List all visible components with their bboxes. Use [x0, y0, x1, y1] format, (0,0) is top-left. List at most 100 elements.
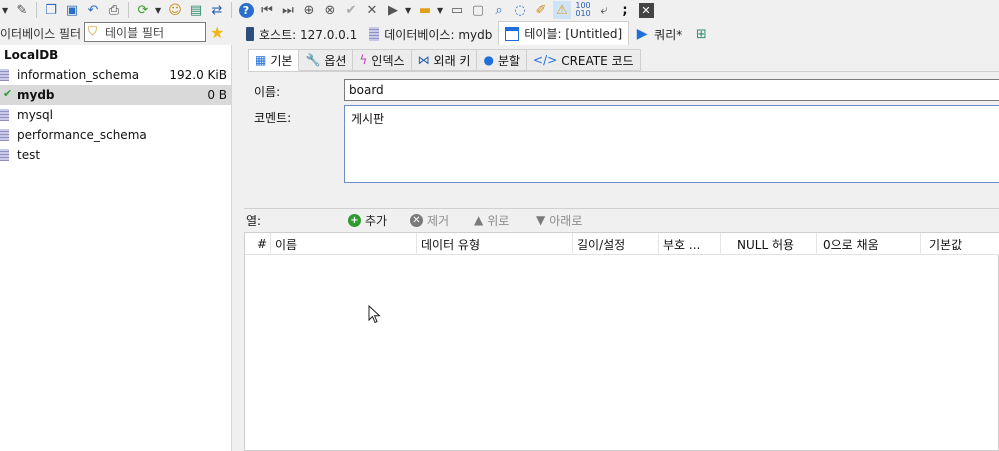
add-icon[interactable]: ⊕ [300, 1, 318, 19]
tree-item-information-schema[interactable]: information_schema 192.0 KiB [0, 65, 231, 85]
column-header-datatype[interactable]: 데이터 유형 [417, 233, 573, 255]
chevron-down-icon[interactable]: ▼ [2, 6, 10, 15]
move-up-button[interactable]: ▲ 위로 [474, 212, 509, 229]
columns-label: 열: [246, 213, 262, 228]
wrap-icon[interactable]: ⤶ [595, 1, 613, 19]
move-down-button[interactable]: ▼ 아래로 [536, 212, 582, 229]
close-icon[interactable]: ✕ [637, 1, 655, 19]
tab-query[interactable]: ▶ 쿼리* [629, 23, 688, 45]
undo-icon[interactable]: ↶ [84, 1, 102, 19]
chevron-down-icon[interactable]: ▼ [155, 6, 163, 15]
tree-item-label: mysql [17, 108, 53, 122]
refresh-icon[interactable]: ⟳ [134, 1, 152, 19]
transfer-icon[interactable]: ⇄ [208, 1, 226, 19]
tab-query-label: 쿼리* [654, 27, 683, 42]
grid-header: # 이름 데이터 유형 길이/설정 부호 ... NULL 허용 0으로 채움 … [245, 233, 999, 255]
main-toolbar: ▼ ✎ ❐ ▣ ↶ ⎙ ⟳ ▼ ☺ ▤ ⇄ ? ⏮ ⏭ ⊕ ⊗ ✔ ✕ ▶ ▼ … [0, 0, 999, 20]
tab-create-code[interactable]: </> CREATE 코드 [527, 49, 641, 71]
first-icon[interactable]: ⏮ [258, 1, 276, 19]
tab-foreign-keys[interactable]: ⋈ 외래 키 [411, 49, 478, 71]
columns-grid[interactable]: # 이름 데이터 유형 길이/설정 부호 ... NULL 허용 0으로 채움 … [244, 232, 999, 451]
tab-table[interactable]: 테이블: [Untitled] [498, 21, 630, 45]
search-icon[interactable]: ⌕ [490, 1, 508, 19]
table-comment-input[interactable]: 게시판 [344, 105, 999, 183]
print-icon[interactable]: ⎙ [105, 1, 123, 19]
tab-database-label: 데이터베이스: mydb [384, 27, 493, 42]
comment-label: 코멘트: [254, 111, 292, 125]
move-up-label: 위로 [487, 213, 510, 228]
columns-toolbar: 열: + 추가 ✕ 제거 ▲ 위로 ▼ 아래로 [244, 209, 999, 231]
play-icon: ▶ [636, 26, 648, 42]
globe-icon: ● [483, 53, 494, 67]
mouse-cursor-icon [368, 305, 381, 324]
database-filter-input[interactable]: 이터베이스 필터 [0, 22, 84, 42]
binary-icon[interactable]: 100 010 [574, 1, 592, 19]
database-icon [0, 149, 9, 161]
table-icon [505, 26, 520, 41]
column-header-allow-null[interactable]: NULL 허용 [721, 233, 817, 255]
plus-icon: + [348, 213, 361, 227]
database-icon [369, 27, 380, 41]
new-query-tab-button[interactable]: ⊞ [688, 23, 714, 45]
tab-basic[interactable]: ▦ 기본 [248, 49, 300, 71]
tab-basic-label: 기본 [270, 53, 293, 68]
run-icon[interactable]: ▶ [384, 1, 402, 19]
chevron-down-icon[interactable]: ▼ [405, 6, 413, 15]
help-icon[interactable]: ? [237, 1, 255, 19]
table-name-input[interactable]: board [344, 79, 999, 101]
warning-icon[interactable]: ⚠ [553, 1, 571, 19]
toolbar-separator [36, 2, 37, 18]
tree-item-size: 0 B [207, 88, 227, 102]
tree-item-test[interactable]: test [0, 145, 231, 165]
remove-icon[interactable]: ⊗ [321, 1, 339, 19]
document-tabs: 호스트: 127.0.0.1 데이터베이스: mydb 테이블: [Untitl… [240, 21, 999, 45]
tree-item-label: performance_schema [17, 128, 147, 142]
tree-item-mydb[interactable]: ✔ mydb 0 B [0, 85, 231, 105]
column-header-zerofill[interactable]: 0으로 채움 [817, 233, 921, 255]
tab-database[interactable]: 데이터베이스: mydb [363, 23, 498, 45]
toolbar-separator [231, 2, 232, 18]
arrow-down-icon: ▼ [536, 213, 546, 227]
tab-foreign-keys-label: 외래 키 [433, 53, 471, 68]
tab-indexes-label: 인덱스 [371, 53, 405, 68]
add-column-label: 추가 [365, 213, 388, 228]
folder-icon[interactable]: ▬ [416, 1, 434, 19]
copy-icon[interactable]: ❐ [42, 1, 60, 19]
filter-icon: ⛉ [88, 24, 98, 38]
find-replace-icon[interactable]: ◌ [511, 1, 529, 19]
tab-create-code-label: CREATE 코드 [561, 53, 634, 68]
tree-item-label: test [17, 148, 41, 162]
save-icon[interactable]: ▭ [448, 1, 466, 19]
wand-icon[interactable]: ✎ [13, 1, 31, 19]
star-icon[interactable]: ★ [210, 23, 224, 42]
semicolon-icon[interactable]: ; [616, 1, 634, 19]
tab-host-label: 호스트: 127.0.0.1 [259, 27, 358, 42]
column-header-length[interactable]: 길이/설정 [573, 233, 659, 255]
column-header-name[interactable]: 이름 [271, 233, 417, 255]
cancel-icon[interactable]: ✕ [363, 1, 381, 19]
paste-icon[interactable]: ▣ [63, 1, 81, 19]
tab-indexes[interactable]: ϟ 인덱스 [353, 49, 412, 71]
remove-column-button[interactable]: ✕ 제거 [410, 212, 449, 229]
tree-root-localdb[interactable]: LocalDB [0, 45, 231, 65]
last-icon[interactable]: ⏭ [279, 1, 297, 19]
add-column-button[interactable]: + 추가 [348, 212, 387, 229]
tab-host[interactable]: 호스트: 127.0.0.1 [240, 23, 363, 45]
tab-partitions[interactable]: ● 분할 [477, 49, 528, 71]
tab-options[interactable]: 🔧 옵션 [299, 49, 354, 71]
chevron-down-icon[interactable]: ▼ [437, 6, 445, 15]
column-header-default[interactable]: 기본값 [921, 233, 999, 255]
tree-item-mysql[interactable]: mysql [0, 105, 231, 125]
export-icon[interactable]: ▤ [187, 1, 205, 19]
database-icon [0, 109, 9, 121]
column-header-unsigned[interactable]: 부호 ... [659, 233, 721, 255]
tree-item-label: mydb [17, 88, 55, 102]
check-icon[interactable]: ✔ [342, 1, 360, 19]
disconnect-icon[interactable]: ▢ [469, 1, 487, 19]
users-icon[interactable]: ☺ [166, 1, 184, 19]
tree-item-performance-schema[interactable]: performance_schema [0, 125, 231, 145]
tree-item-size: 192.0 KiB [169, 68, 227, 82]
column-header-index[interactable]: # [253, 233, 271, 255]
table-filter-input[interactable]: ⛉ 테이블 필터 [84, 22, 206, 42]
clean-icon[interactable]: ✐ [532, 1, 550, 19]
